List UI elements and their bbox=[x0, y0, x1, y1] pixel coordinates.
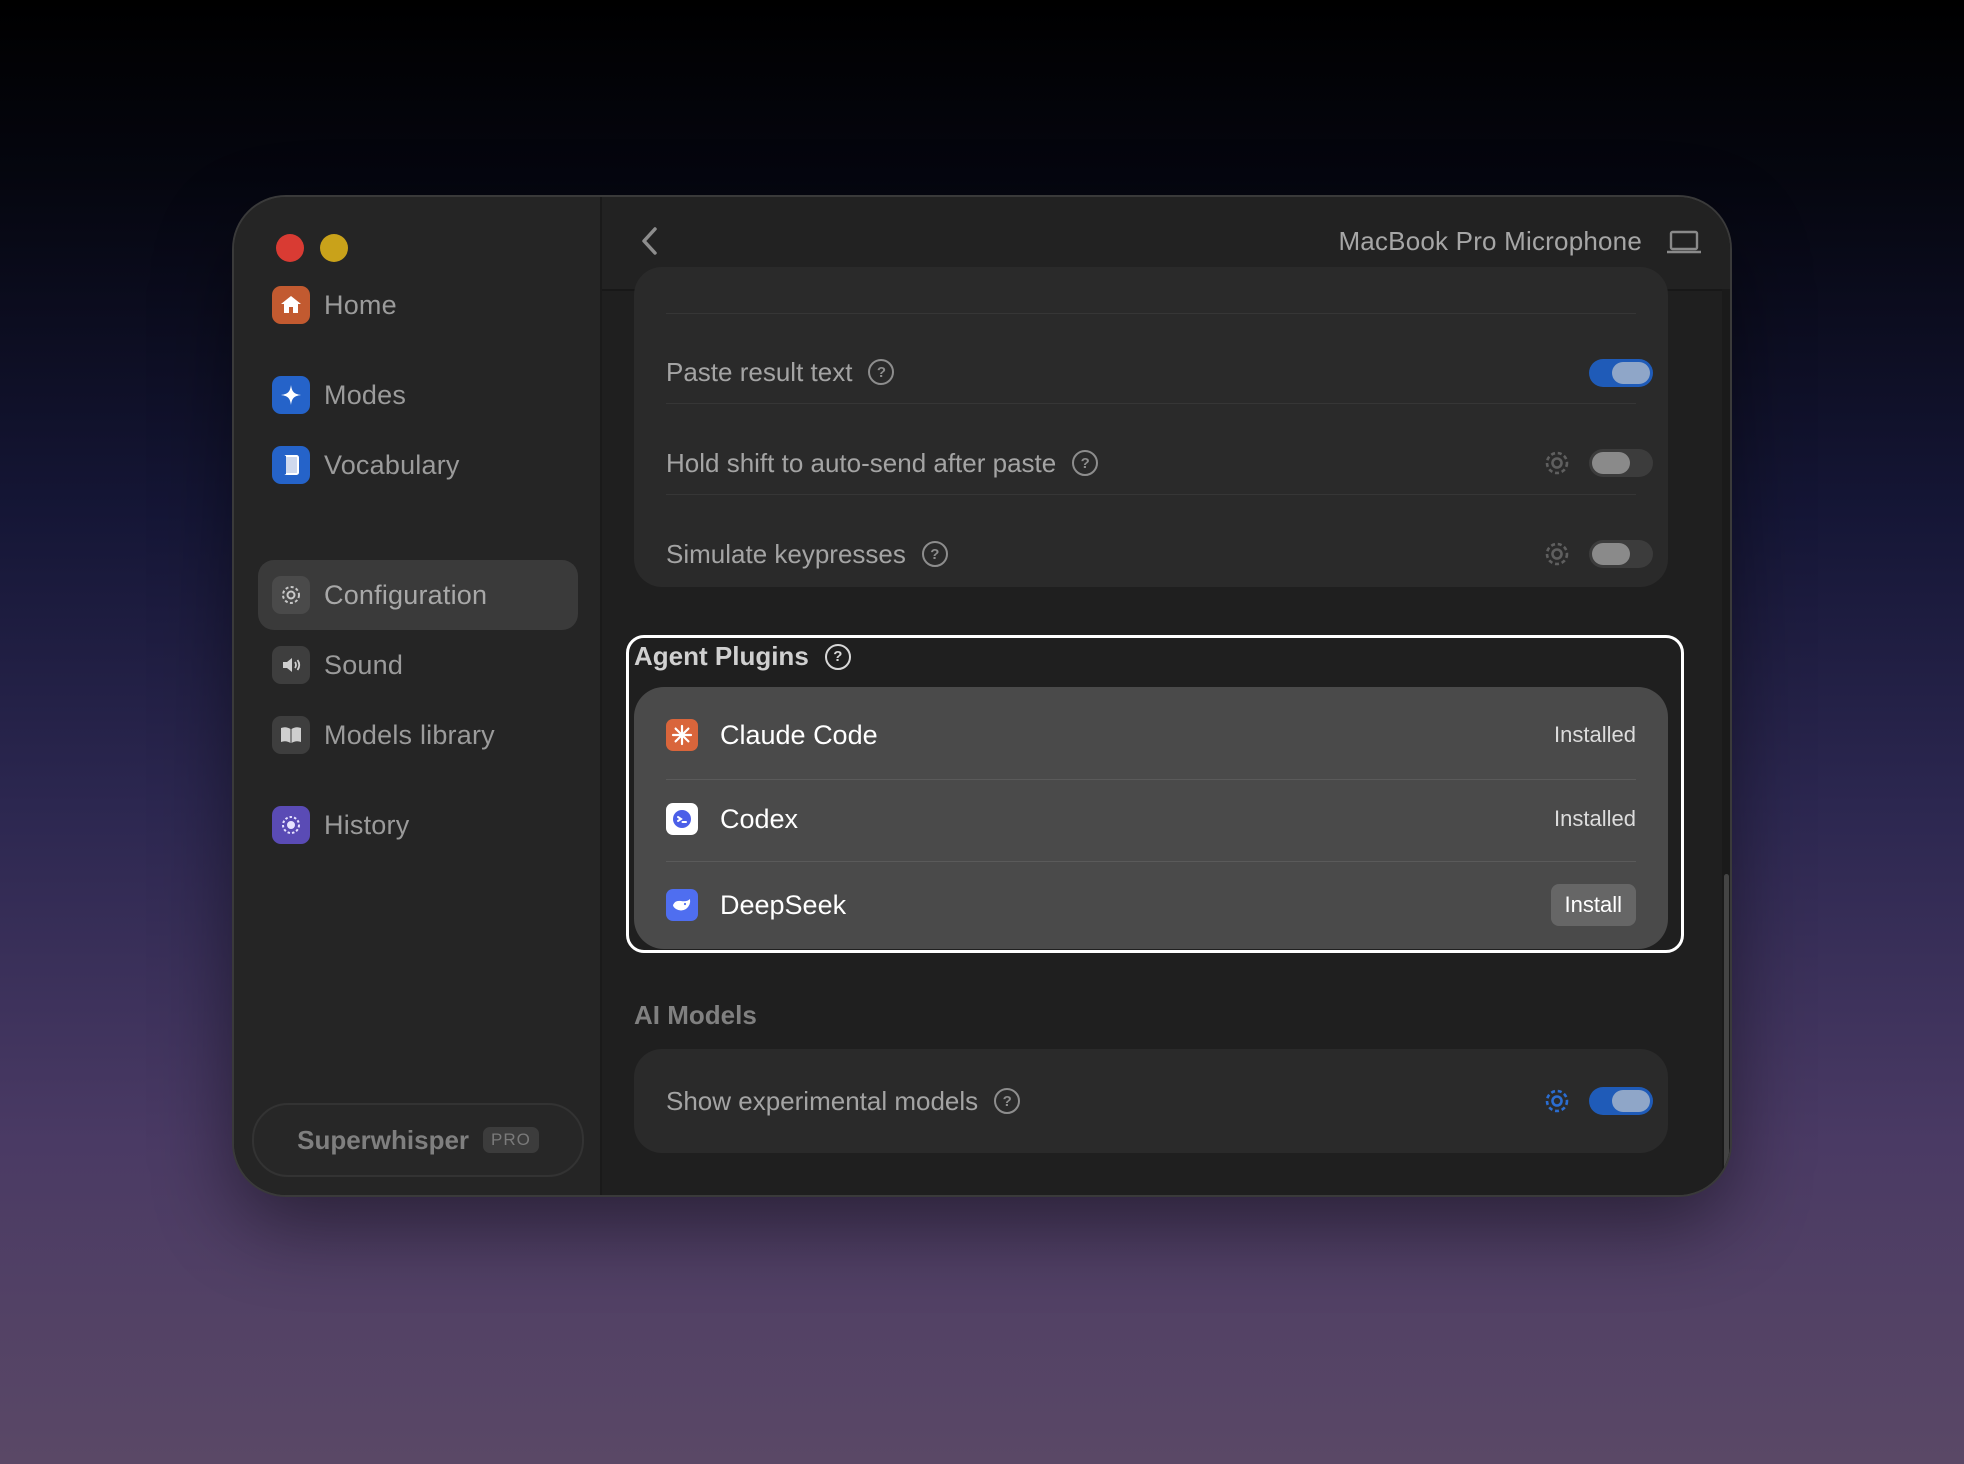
row-label: Show experimental models bbox=[666, 1085, 979, 1116]
sidebar-item-label: Modes bbox=[324, 379, 407, 410]
help-icon[interactable]: ? bbox=[1072, 450, 1099, 476]
row-divider bbox=[666, 403, 1636, 404]
book-icon bbox=[272, 446, 310, 484]
sidebar-item-label: Home bbox=[324, 289, 397, 320]
superwhisper-pro-button[interactable]: Superwhisper PRO bbox=[252, 1103, 584, 1177]
laptop-icon[interactable] bbox=[1666, 229, 1702, 255]
show-experimental-models-toggle[interactable] bbox=[1589, 1087, 1653, 1115]
gear-icon bbox=[272, 576, 310, 614]
row-divider bbox=[666, 494, 1636, 495]
open-book-icon bbox=[272, 716, 310, 754]
sidebar-item-label: Sound bbox=[324, 649, 404, 680]
sidebar-item-history[interactable]: History bbox=[258, 790, 578, 860]
sidebar-item-label: Vocabulary bbox=[324, 449, 460, 480]
section-title-text: Agent Plugins bbox=[634, 641, 809, 671]
sidebar-item-sound[interactable]: Sound bbox=[258, 630, 578, 700]
codex-icon bbox=[666, 803, 698, 835]
plugin-row-claude-code[interactable]: Claude Code Installed bbox=[666, 705, 1636, 765]
plugin-row-deepseek[interactable]: DeepSeek Install bbox=[666, 875, 1636, 935]
plugin-status: Installed bbox=[1554, 806, 1636, 831]
help-icon[interactable]: ? bbox=[921, 541, 948, 567]
sidebar-item-configuration[interactable]: Configuration bbox=[258, 560, 578, 630]
row-divider bbox=[666, 313, 1636, 314]
help-icon[interactable]: ? bbox=[824, 643, 851, 670]
scrollbar-thumb[interactable] bbox=[1724, 874, 1729, 1195]
main-content: MacBook Pro Microphone Paste result text… bbox=[602, 197, 1730, 1195]
simulate-keypresses-toggle[interactable] bbox=[1589, 540, 1653, 568]
paste-result-text-toggle[interactable] bbox=[1589, 359, 1653, 387]
row-label: Hold shift to auto-send after paste bbox=[666, 447, 1057, 478]
row-label: Simulate keypresses bbox=[666, 538, 906, 569]
row-label: Paste result text bbox=[666, 356, 853, 387]
plugin-name: Codex bbox=[720, 803, 799, 834]
sidebar-item-models-library[interactable]: Models library bbox=[258, 700, 578, 770]
sidebar-item-label: Models library bbox=[324, 719, 495, 750]
scrollbar-track[interactable] bbox=[1722, 289, 1730, 1195]
install-button[interactable]: Install bbox=[1550, 884, 1636, 926]
history-icon bbox=[272, 806, 310, 844]
pro-button-label: Superwhisper bbox=[297, 1124, 470, 1155]
hold-shift-row: Hold shift to auto-send after paste ? bbox=[666, 443, 1636, 483]
sidebar-item-modes[interactable]: Modes bbox=[258, 360, 578, 430]
row-divider bbox=[666, 861, 1636, 862]
ai-models-card: Show experimental models ? bbox=[634, 1049, 1668, 1153]
output-settings-card: Paste result text ? Hold shift to auto-s… bbox=[634, 267, 1668, 587]
claude-icon bbox=[666, 719, 698, 751]
sidebar-item-label: Configuration bbox=[324, 579, 488, 610]
gear-icon[interactable] bbox=[1542, 448, 1572, 478]
hold-shift-toggle[interactable] bbox=[1589, 449, 1653, 477]
microphone-label[interactable]: MacBook Pro Microphone bbox=[1338, 226, 1642, 257]
gear-icon[interactable] bbox=[1542, 539, 1572, 569]
plugin-status: Installed bbox=[1554, 722, 1636, 747]
back-chevron-icon[interactable] bbox=[636, 223, 662, 259]
sparkle-icon bbox=[272, 376, 310, 414]
row-divider bbox=[666, 779, 1636, 780]
sidebar-item-vocabulary[interactable]: Vocabulary bbox=[258, 430, 578, 500]
sidebar: Home Modes Vocabulary Configuration Soun bbox=[234, 197, 602, 1195]
ai-models-title: AI Models bbox=[634, 1000, 757, 1030]
minimize-window-button[interactable] bbox=[320, 234, 348, 262]
agent-plugins-title: Agent Plugins ? bbox=[634, 641, 851, 672]
plugin-row-codex[interactable]: Codex Installed bbox=[666, 789, 1636, 849]
speaker-icon bbox=[272, 646, 310, 684]
plugin-name: DeepSeek bbox=[720, 889, 847, 920]
home-icon bbox=[272, 286, 310, 324]
simulate-keypresses-row: Simulate keypresses ? bbox=[666, 534, 1636, 574]
help-icon[interactable]: ? bbox=[868, 359, 895, 385]
help-icon[interactable]: ? bbox=[994, 1088, 1021, 1114]
paste-result-text-row: Paste result text ? bbox=[666, 352, 1636, 392]
pro-badge: PRO bbox=[483, 1127, 539, 1153]
plugin-name: Claude Code bbox=[720, 719, 878, 750]
show-experimental-models-row: Show experimental models ? bbox=[666, 1081, 1636, 1121]
agent-plugins-card: Claude Code Installed Codex Installed De… bbox=[634, 687, 1668, 949]
app-window: Home Modes Vocabulary Configuration Soun bbox=[234, 197, 1730, 1195]
deepseek-whale-icon bbox=[666, 889, 698, 921]
sidebar-item-label: History bbox=[324, 809, 410, 840]
gear-icon[interactable] bbox=[1542, 1086, 1572, 1116]
close-window-button[interactable] bbox=[276, 234, 304, 262]
sidebar-item-home[interactable]: Home bbox=[258, 270, 578, 340]
